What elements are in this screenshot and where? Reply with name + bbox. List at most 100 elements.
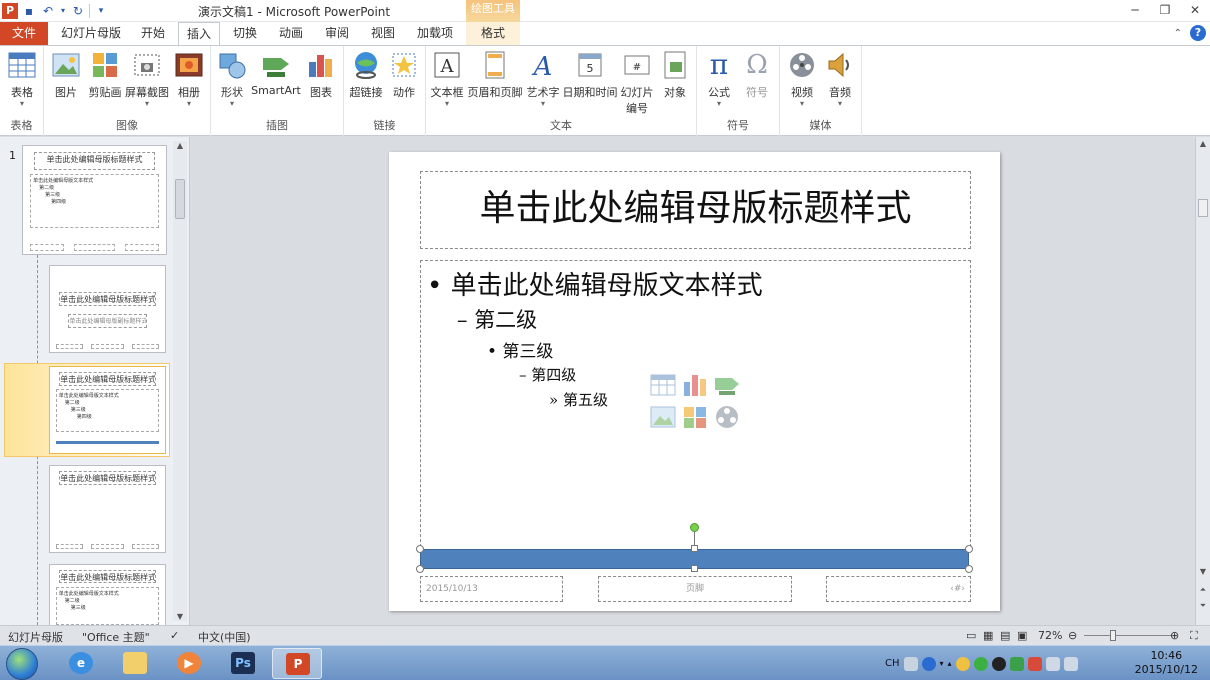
textbox-button[interactable]: A 文本框 ▾ — [429, 50, 465, 108]
audio-button[interactable]: 音频 ▾ — [824, 50, 856, 108]
tab-home[interactable]: 开始 — [134, 22, 172, 45]
fit-to-window-icon[interactable]: ⛶ — [1190, 629, 1198, 643]
insert-chart-icon[interactable] — [682, 373, 708, 397]
zoom-level[interactable]: 72% — [1038, 629, 1062, 642]
smartart-button[interactable]: SmartArt — [251, 50, 301, 97]
chart-button[interactable]: 图表 — [305, 50, 337, 100]
resize-handle-tr[interactable] — [965, 545, 973, 553]
rotation-handle[interactable] — [690, 523, 699, 532]
header-footer-button[interactable]: 页眉和页脚 — [466, 50, 524, 100]
help-icon[interactable]: ? — [1190, 25, 1206, 41]
layout-thumbnail-title[interactable]: 单击此处编辑母版标题样式 单击此处编辑母版副标题样式 — [49, 265, 166, 353]
tab-review[interactable]: 审阅 — [318, 22, 356, 45]
green-tray-icon[interactable] — [973, 656, 988, 671]
minimize-icon[interactable]: ─ — [1120, 0, 1150, 20]
wordart-button[interactable]: A 艺术字 ▾ — [524, 50, 562, 108]
user-tray-icon[interactable] — [955, 656, 970, 671]
resize-handle-b[interactable] — [691, 565, 698, 572]
tab-file[interactable]: 文件 — [0, 22, 48, 45]
show-hidden-icons[interactable]: ▴ — [948, 659, 952, 668]
undo-icon[interactable]: ↶ — [40, 3, 56, 19]
tab-addins[interactable]: 加载项 — [412, 22, 458, 45]
zoom-slider[interactable] — [1084, 635, 1172, 636]
taskbar-powerpoint[interactable]: P — [272, 648, 322, 679]
shield-icon[interactable] — [1009, 656, 1024, 671]
scrollbar-thumb[interactable] — [175, 179, 185, 219]
title-placeholder[interactable]: 单击此处编辑母版标题样式 — [420, 171, 971, 249]
slide-number-button[interactable]: # 幻灯片 编号 — [618, 50, 656, 116]
keyboard-icon[interactable] — [903, 656, 918, 671]
scrollbar-thumb[interactable] — [1198, 199, 1208, 217]
restore-icon[interactable]: ❐ — [1150, 0, 1180, 20]
table-button[interactable]: 表格 ▾ — [5, 50, 39, 108]
customize-qat-icon[interactable]: ▾ — [93, 3, 109, 19]
close-icon[interactable]: ✕ — [1180, 0, 1210, 20]
tab-slide-master[interactable]: 幻灯片母版 — [57, 22, 125, 45]
next-slide-icon[interactable]: ⏷ — [1196, 601, 1210, 611]
help-tray-icon[interactable] — [921, 656, 936, 671]
spellcheck-icon[interactable]: ✓ — [170, 629, 179, 642]
tab-view[interactable]: 视图 — [364, 22, 402, 45]
scroll-down-icon[interactable]: ▼ — [1196, 567, 1210, 576]
thumbnail-scrollbar[interactable]: ▲ ▼ — [173, 141, 187, 621]
volume-icon[interactable] — [1063, 656, 1078, 671]
insert-clipart-icon[interactable] — [682, 405, 708, 429]
insert-picture-icon[interactable] — [650, 405, 676, 429]
date-placeholder[interactable]: 2015/10/13 — [420, 576, 563, 602]
tab-format[interactable]: 格式 — [466, 22, 520, 45]
scroll-down-icon[interactable]: ▼ — [173, 612, 187, 621]
slide-number-placeholder[interactable]: ‹#› — [826, 576, 971, 602]
system-clock[interactable]: 10:46 2015/10/12 — [1135, 649, 1198, 677]
video-button[interactable]: 视频 ▾ — [786, 50, 818, 108]
slideshow-icon[interactable]: ▣ — [1017, 629, 1027, 642]
action-button[interactable]: 动作 — [388, 50, 420, 100]
picture-button[interactable]: 图片 — [50, 50, 82, 100]
object-button[interactable]: 对象 — [658, 50, 692, 100]
redo-icon[interactable]: ↻ — [70, 3, 86, 19]
resize-handle-tl[interactable] — [416, 545, 424, 553]
layout-thumbnail-partial[interactable]: 单击此处编辑母版标题样式 单击此处编辑母版文本样式 第二级 第三级 — [49, 564, 166, 625]
zoom-out-icon[interactable]: ⊖ — [1068, 629, 1077, 642]
footer-placeholder[interactable]: 页脚 — [598, 576, 792, 602]
clipart-button[interactable]: 剪贴画 — [86, 50, 124, 100]
taskbar-ie[interactable]: e — [56, 648, 106, 679]
zoom-in-icon[interactable]: ⊕ — [1170, 629, 1179, 642]
zoom-slider-knob[interactable] — [1110, 630, 1116, 641]
resize-handle-bl[interactable] — [416, 565, 424, 573]
tray-expand-icon[interactable]: ▾ — [940, 659, 944, 668]
insert-media-icon[interactable] — [714, 405, 740, 429]
screenshot-button[interactable]: 屏幕截图 ▾ — [124, 50, 170, 108]
body-placeholder[interactable]: • 单击此处编辑母版文本样式 – 第二级 • 第三级 – 第四级 » 第五级 — [420, 260, 971, 552]
tab-animations[interactable]: 动画 — [272, 22, 310, 45]
equation-button[interactable]: π 公式 ▾ — [703, 50, 735, 108]
symbol-button[interactable]: Ω 符号 — [741, 50, 773, 100]
scroll-up-icon[interactable]: ▲ — [1196, 139, 1210, 148]
datetime-button[interactable]: 5 日期和时间 — [562, 50, 618, 100]
layout-thumbnail-content[interactable]: 单击此处编辑母版标题样式 单击此处编辑母版文本样式 第二级 第三级 第四级 — [49, 366, 166, 454]
undo-dropdown-icon[interactable]: ▾ — [59, 3, 67, 19]
taskbar-photoshop[interactable]: Ps — [218, 648, 268, 679]
previous-slide-icon[interactable]: ⏶ — [1196, 585, 1210, 595]
hyperlink-button[interactable]: 超链接 — [348, 50, 384, 100]
tab-transitions[interactable]: 切换 — [226, 22, 264, 45]
flag-icon[interactable] — [1027, 656, 1042, 671]
resize-handle-t[interactable] — [691, 545, 698, 552]
reading-view-icon[interactable]: ▤ — [1000, 629, 1010, 642]
layout-thumbnail-title-only[interactable]: 单击此处编辑母版标题样式 — [49, 465, 166, 553]
ime-indicator[interactable]: CH — [885, 658, 900, 669]
shapes-button[interactable]: 形状 ▾ — [217, 50, 247, 108]
status-language[interactable]: 中文(中国) — [198, 629, 251, 645]
minimize-ribbon-icon[interactable]: ⌃ — [1174, 28, 1182, 39]
taskbar-explorer[interactable] — [110, 648, 160, 679]
powerpoint-logo-icon[interactable]: P — [2, 3, 18, 19]
editor-vertical-scrollbar[interactable]: ▲ ▼ ⏶ ⏷ — [1195, 137, 1210, 625]
taskbar-media-player[interactable]: ▶ — [164, 648, 214, 679]
insert-table-icon[interactable] — [650, 373, 676, 397]
start-button-icon[interactable] — [6, 648, 38, 680]
scroll-up-icon[interactable]: ▲ — [173, 141, 187, 150]
save-icon[interactable]: ▪ — [21, 3, 37, 19]
tab-insert[interactable]: 插入 — [178, 22, 220, 46]
resize-handle-br[interactable] — [965, 565, 973, 573]
qq-icon[interactable] — [991, 656, 1006, 671]
photo-album-button[interactable]: 相册 ▾ — [172, 50, 206, 108]
